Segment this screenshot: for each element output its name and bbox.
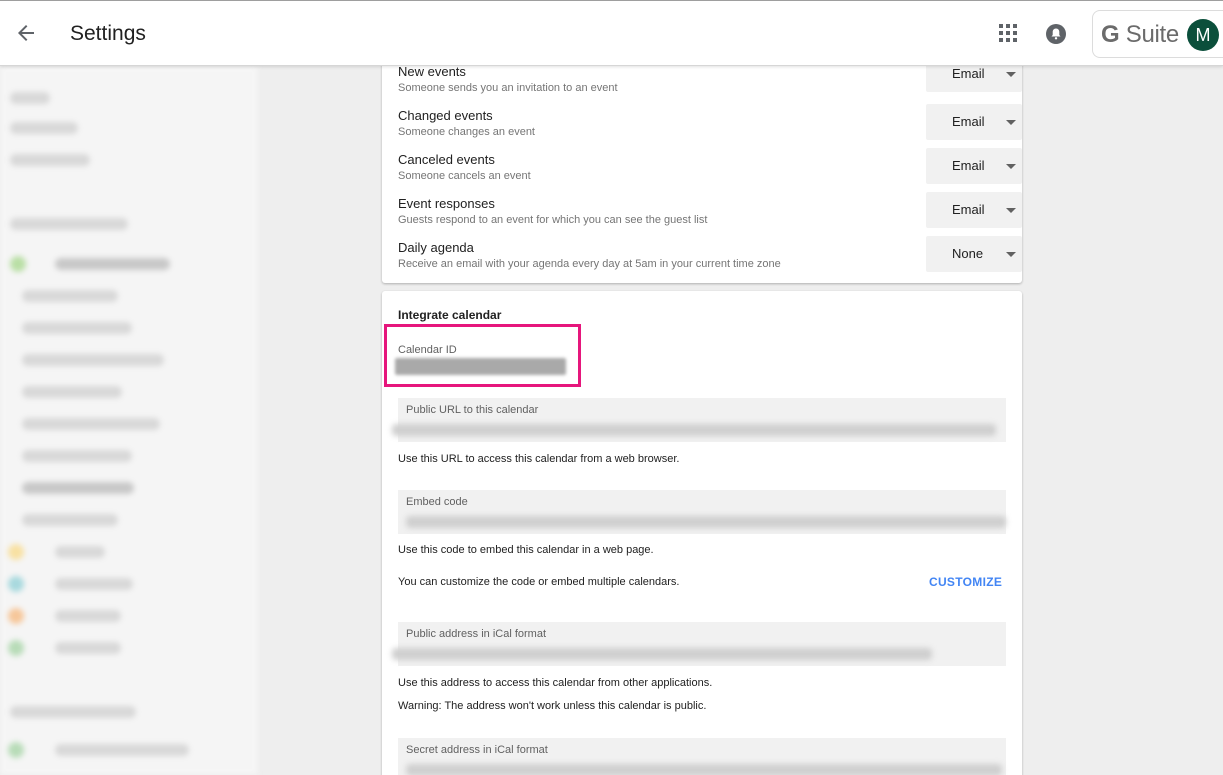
- notification-row-event-responses: Event responses Guests respond to an eve…: [398, 192, 1022, 236]
- field-label: Public URL to this calendar: [406, 404, 539, 416]
- bell-icon[interactable]: [1045, 23, 1067, 45]
- notification-title: Daily agenda: [398, 240, 474, 255]
- select-value: Email: [952, 114, 985, 129]
- sidebar-placeholder-row: [22, 290, 118, 302]
- public-url-field[interactable]: Public URL to this calendar: [392, 398, 1006, 442]
- section-title: Integrate calendar: [398, 308, 502, 322]
- sidebar-placeholder-row: [55, 546, 105, 558]
- notification-subtitle: Guests respond to an event for which you…: [398, 214, 708, 226]
- notification-title: Event responses: [398, 196, 495, 211]
- ical-public-warning: Warning: The address won't work unless t…: [398, 700, 707, 712]
- sidebar-placeholder-row: [10, 154, 90, 166]
- sidebar-placeholder-row: [55, 578, 133, 590]
- notification-title: Changed events: [398, 108, 493, 123]
- public-url-value-redacted: [392, 424, 996, 436]
- customize-helper: You can customize the code or embed mult…: [398, 576, 680, 588]
- notification-row-daily-agenda: Daily agenda Receive an email with your …: [398, 236, 1022, 280]
- notification-title: Canceled events: [398, 152, 495, 167]
- sidebar-placeholder-row: [22, 450, 132, 462]
- sidebar-placeholder-row: [55, 744, 189, 756]
- notification-subtitle: Receive an email with your agenda every …: [398, 258, 781, 270]
- field-label: Secret address in iCal format: [406, 744, 548, 756]
- notification-subtitle: Someone cancels an event: [398, 170, 531, 182]
- gsuite-logo: G Suite: [1101, 21, 1179, 48]
- field-label: Public address in iCal format: [406, 628, 547, 640]
- select-value: Email: [952, 158, 985, 173]
- ical-secret-value-redacted: [406, 764, 1002, 775]
- sidebar-color-dot: [8, 544, 24, 560]
- ical-public-field[interactable]: Public address in iCal format: [392, 622, 1006, 666]
- notification-row-canceled-events: Canceled events Someone cancels an event…: [398, 148, 1022, 192]
- ical-secret-field[interactable]: Secret address in iCal format: [398, 738, 1006, 775]
- chevron-down-icon: [1006, 208, 1016, 213]
- apps-grid-icon[interactable]: [998, 23, 1018, 43]
- gsuite-account-switcher[interactable]: G Suite M: [1092, 10, 1223, 58]
- notification-title: New events: [398, 64, 466, 79]
- ical-public-helper: Use this address to access this calendar…: [398, 677, 713, 689]
- select-value: Email: [952, 202, 985, 217]
- sidebar-placeholder-row: [22, 418, 160, 430]
- sidebar-color-dot: [8, 742, 24, 758]
- sidebar-placeholder-row: [10, 92, 50, 104]
- notification-row-new-events: New events Someone sends you an invitati…: [398, 56, 1022, 104]
- event-notifications-card: New events Someone sends you an invitati…: [382, 56, 1022, 283]
- notification-subtitle: Someone sends you an invitation to an ev…: [398, 82, 618, 94]
- select-value: None: [952, 246, 984, 261]
- sidebar-placeholder-row: [55, 642, 121, 654]
- notification-method-select[interactable]: None: [926, 236, 1022, 272]
- embed-code-value-redacted: [406, 516, 1006, 528]
- notification-method-select[interactable]: Email: [926, 192, 1022, 228]
- top-app-bar: Settings G Suite M: [0, 0, 1223, 66]
- select-value: Email: [952, 66, 985, 81]
- sidebar-blurred: [0, 66, 258, 775]
- notification-method-select[interactable]: Email: [926, 148, 1022, 184]
- notification-row-changed-events: Changed events Someone changes an event …: [398, 104, 1022, 148]
- sidebar-color-dot: [8, 640, 24, 656]
- sidebar-placeholder-row: [22, 514, 118, 526]
- page-title: Settings: [70, 22, 146, 45]
- avatar[interactable]: M: [1187, 19, 1219, 51]
- arrow-back-icon[interactable]: [12, 19, 40, 47]
- sidebar-placeholder-row: [22, 482, 134, 494]
- sidebar-color-dot: [8, 608, 24, 624]
- sidebar-placeholder-row: [55, 258, 170, 270]
- calendar-id-highlight: [384, 324, 581, 387]
- ical-public-value-redacted: [392, 648, 932, 660]
- field-label: Embed code: [406, 496, 468, 508]
- sidebar-placeholder-row: [10, 706, 136, 718]
- sidebar-color-dot: [8, 576, 24, 592]
- chevron-down-icon: [1006, 164, 1016, 169]
- chevron-down-icon: [1006, 120, 1016, 125]
- sidebar-placeholder-row: [55, 610, 121, 622]
- embed-code-field[interactable]: Embed code: [398, 490, 1006, 534]
- sidebar-placeholder-row: [10, 218, 128, 230]
- notification-subtitle: Someone changes an event: [398, 126, 535, 138]
- public-url-helper: Use this URL to access this calendar fro…: [398, 453, 680, 465]
- sidebar-color-dot: [10, 256, 26, 272]
- sidebar-placeholder-row: [22, 322, 132, 334]
- sidebar-placeholder-row: [10, 122, 78, 134]
- chevron-down-icon: [1006, 252, 1016, 257]
- sidebar-placeholder-row: [22, 386, 122, 398]
- sidebar-placeholder-row: [22, 354, 164, 366]
- embed-code-helper: Use this code to embed this calendar in …: [398, 544, 654, 556]
- notification-method-select[interactable]: Email: [926, 104, 1022, 140]
- customize-button[interactable]: CUSTOMIZE: [929, 575, 1002, 589]
- chevron-down-icon: [1006, 72, 1016, 77]
